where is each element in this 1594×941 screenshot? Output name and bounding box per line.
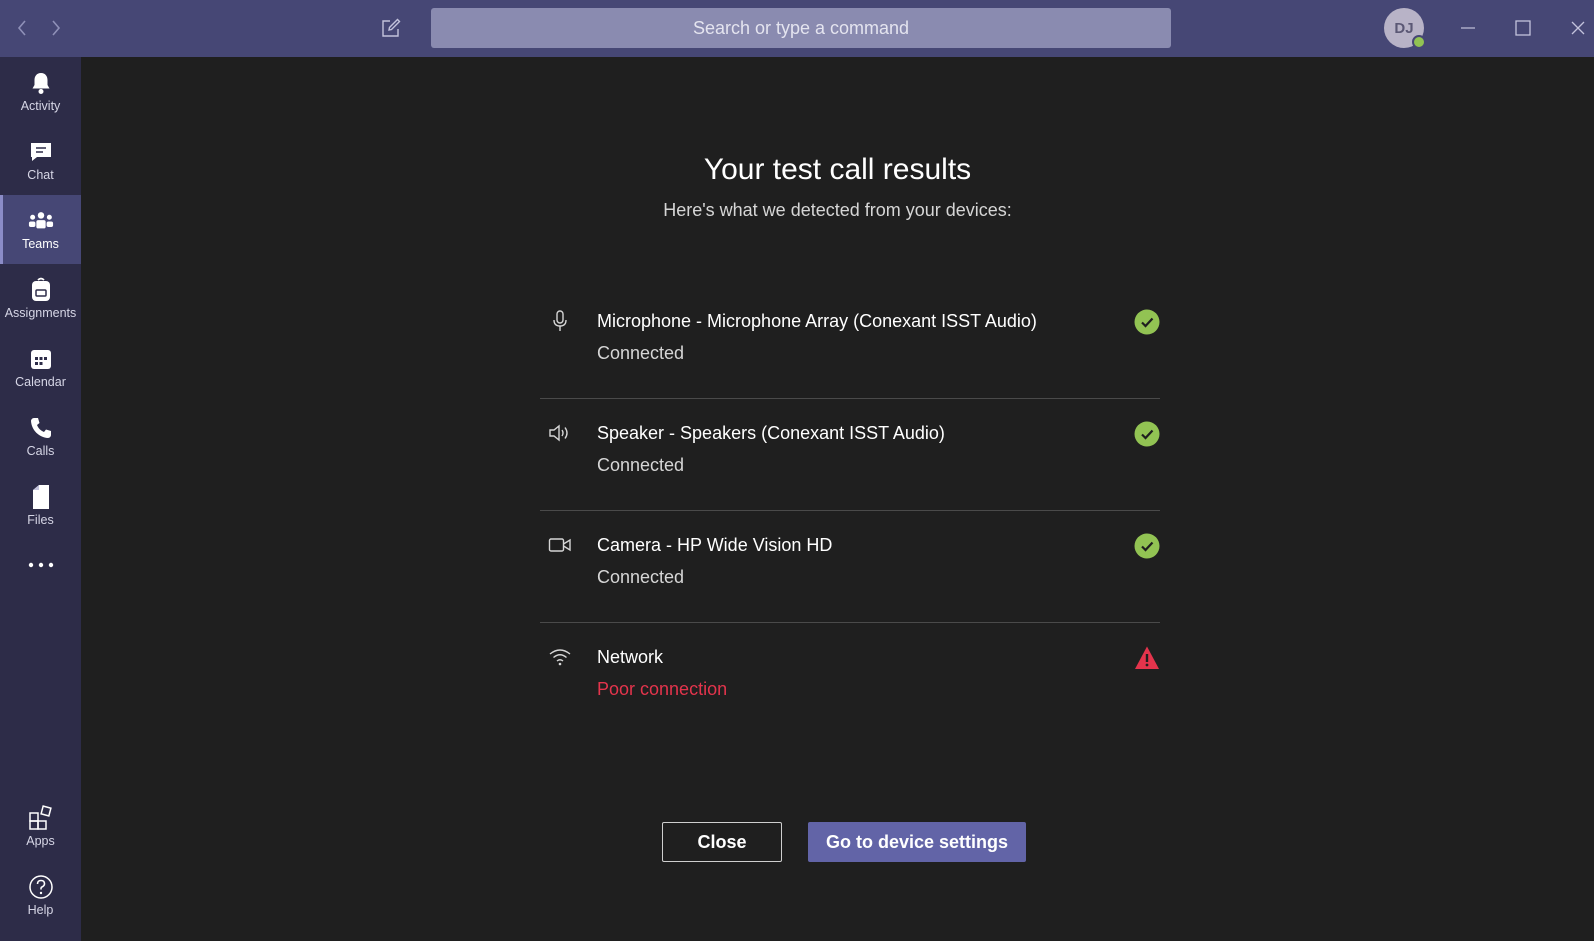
warning-icon (1134, 645, 1160, 671)
calendar-icon (28, 346, 54, 372)
rail-label: Files (27, 513, 54, 527)
title-bar: DJ (0, 0, 1594, 57)
rail-label: Calendar (15, 375, 66, 389)
device-name: Speaker - Speakers (Conexant ISST Audio) (597, 423, 945, 443)
device-status: Connected (597, 567, 685, 587)
search-input[interactable] (431, 8, 1171, 48)
speaker-icon (548, 421, 572, 445)
avatar-initials: DJ (1394, 19, 1414, 37)
rail-item-calendar[interactable]: Calendar (0, 333, 81, 402)
rail-item-activity[interactable]: Activity (0, 57, 81, 126)
check-circle-icon (1134, 533, 1160, 559)
chat-icon (28, 139, 54, 165)
page-subtitle: Here's what we detected from your device… (663, 200, 1012, 220)
app-bar: Activity Chat Teams Assignments Calendar… (0, 57, 81, 941)
rail-label: Help (27, 903, 54, 917)
bell-icon (28, 70, 54, 96)
rail-item-files[interactable]: Files (0, 471, 81, 540)
rail-label: Assignments (4, 306, 77, 320)
file-icon (28, 484, 54, 510)
teams-icon (28, 208, 54, 234)
device-status-error: Poor connection (597, 679, 728, 699)
ellipsis-icon (28, 552, 54, 578)
phone-icon (28, 415, 54, 441)
device-status: Connected (597, 455, 685, 475)
maximize-icon[interactable] (1508, 14, 1538, 42)
close-button[interactable]: Close (662, 822, 782, 862)
rail-item-calls[interactable]: Calls (0, 402, 81, 471)
device-row-speaker: Speaker - Speakers (Conexant ISST Audio)… (540, 399, 1160, 511)
rail-label: Activity (20, 99, 61, 113)
rail-item-teams[interactable]: Teams (0, 195, 81, 264)
device-row-network: Network Poor connection (540, 623, 1160, 735)
device-name: Camera - HP Wide Vision HD (597, 535, 833, 555)
compose-icon[interactable] (378, 15, 404, 41)
device-name: Network (597, 647, 664, 667)
page-title: Your test call results (703, 153, 972, 186)
more-apps-button[interactable] (0, 540, 81, 590)
check-circle-icon (1134, 421, 1160, 447)
device-row-camera: Camera - HP Wide Vision HD Connected (540, 511, 1160, 623)
rail-item-assignments[interactable]: Assignments (0, 264, 81, 333)
microphone-icon (548, 309, 572, 333)
rail-item-chat[interactable]: Chat (0, 126, 81, 195)
device-row-microphone: Microphone - Microphone Array (Conexant … (540, 287, 1160, 399)
forward-arrow-icon[interactable] (44, 14, 68, 42)
check-circle-icon (1134, 309, 1160, 335)
rail-label: Chat (27, 168, 54, 182)
close-window-icon[interactable] (1563, 14, 1593, 42)
go-to-device-settings-button[interactable]: Go to device settings (808, 822, 1026, 862)
device-status: Connected (597, 343, 685, 363)
apps-icon (28, 805, 54, 831)
device-list: Microphone - Microphone Array (Conexant … (540, 287, 1160, 735)
rail-label: Calls (26, 444, 55, 458)
device-name: Microphone - Microphone Array (Conexant … (597, 311, 1037, 331)
test-call-results-panel: Your test call results Here's what we de… (81, 57, 1594, 941)
search-box[interactable] (431, 8, 1171, 48)
avatar[interactable]: DJ (1384, 8, 1426, 49)
rail-item-help[interactable]: Help (0, 861, 81, 930)
rail-item-apps[interactable]: Apps (0, 792, 81, 861)
rail-label: Teams (22, 237, 59, 251)
help-icon (28, 874, 54, 900)
wifi-icon (548, 645, 572, 669)
back-arrow-icon[interactable] (10, 14, 34, 42)
rail-label: Apps (26, 834, 55, 848)
backpack-icon (28, 277, 54, 303)
camera-icon (548, 533, 572, 557)
presence-available-icon (1412, 35, 1426, 49)
minimize-icon[interactable] (1453, 14, 1483, 42)
